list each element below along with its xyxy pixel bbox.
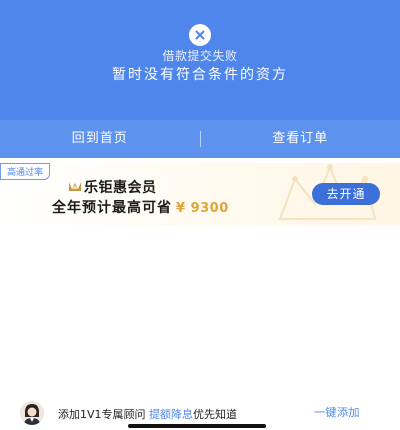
avatar: [20, 401, 44, 425]
home-indicator[interactable]: [128, 424, 266, 428]
advisor-text: 添加1V1专属顾问 提额降息优先知道: [58, 406, 237, 422]
action-bar: 回到首页 查看订单: [0, 120, 400, 158]
membership-promo-card[interactable]: 高通过率 乐钜惠会员 全年预计最高可省 ¥ 9300 去开通: [0, 163, 400, 225]
advisor-text-before: 添加1V1专属顾问: [58, 408, 146, 421]
close-icon: [189, 24, 211, 46]
view-orders-button[interactable]: 查看订单: [201, 120, 400, 158]
activate-membership-button[interactable]: 去开通: [312, 183, 380, 205]
result-message: 暂时没有符合条件的资方: [112, 67, 288, 83]
add-advisor-button[interactable]: 一键添加: [314, 404, 360, 420]
high-approval-badge: 高通过率: [0, 163, 51, 180]
promo-subtitle-text: 全年预计最高可省: [52, 200, 172, 216]
result-title: 借款提交失败: [162, 49, 238, 63]
result-header: 借款提交失败 暂时没有符合条件的资方: [0, 0, 400, 120]
advisor-text-after: 优先知道: [193, 408, 238, 421]
crown-icon: [69, 182, 81, 191]
promo-subtitle: 全年预计最高可省 ¥ 9300: [52, 197, 229, 217]
promo-savings-amount: ¥ 9300: [176, 201, 229, 216]
promo-title: 乐钜惠会员: [84, 180, 157, 196]
back-home-button[interactable]: 回到首页: [0, 120, 200, 158]
advisor-text-highlight: 提额降息: [149, 408, 194, 421]
